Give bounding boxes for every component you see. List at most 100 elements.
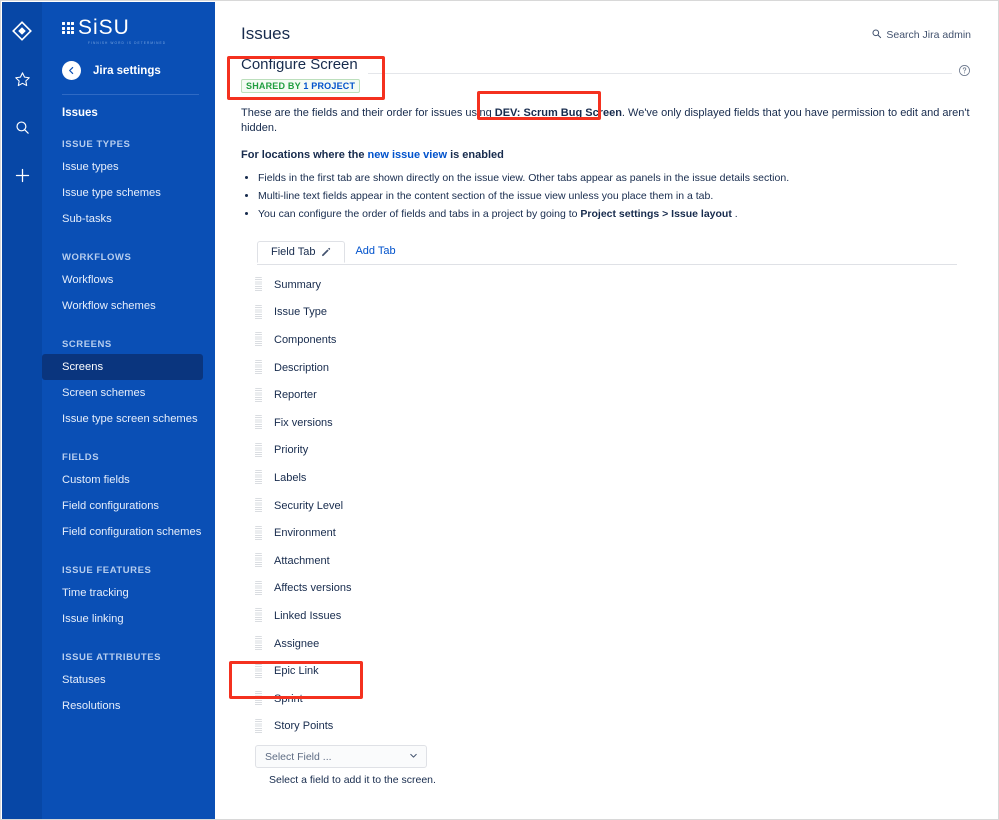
screen-description: These are the fields and their order for… bbox=[241, 106, 971, 136]
search-jira-admin-label: Search Jira admin bbox=[886, 29, 971, 41]
field-row[interactable]: Environment bbox=[249, 519, 971, 547]
drag-handle-icon[interactable] bbox=[255, 498, 262, 514]
note-item: You can configure the order of fields an… bbox=[258, 206, 971, 223]
field-row[interactable]: Linked Issues bbox=[249, 602, 971, 630]
field-row[interactable]: Summary bbox=[249, 271, 971, 299]
field-row[interactable]: Components bbox=[249, 326, 971, 354]
chevron-down-icon bbox=[408, 750, 419, 764]
sidebar-group-heading: SCREENS bbox=[62, 339, 112, 350]
sidebar-item-issue-types[interactable]: Issue types bbox=[42, 154, 203, 180]
drag-handle-icon[interactable] bbox=[255, 360, 262, 376]
sisu-logo[interactable]: SiSU FINNISH WORD IS DETERMINED bbox=[42, 2, 215, 45]
jira-configure-screen-page: SiSU FINNISH WORD IS DETERMINED Jira set… bbox=[0, 0, 999, 820]
search-icon[interactable] bbox=[7, 112, 37, 142]
sidebar-item-issues[interactable]: Issues bbox=[42, 95, 215, 119]
sidebar-item-sub-tasks[interactable]: Sub-tasks bbox=[42, 206, 203, 232]
search-icon bbox=[871, 28, 882, 42]
note-item: Fields in the first tab are shown direct… bbox=[258, 170, 971, 187]
field-name: Priority bbox=[274, 444, 309, 457]
drag-handle-icon[interactable] bbox=[255, 415, 262, 431]
drag-handle-icon[interactable] bbox=[255, 691, 262, 707]
sidebar-item-screens[interactable]: Screens bbox=[42, 354, 203, 380]
edit-pencil-icon[interactable] bbox=[321, 247, 331, 257]
field-row[interactable]: Assignee bbox=[249, 630, 971, 658]
help-icon[interactable] bbox=[952, 64, 971, 82]
drag-handle-icon[interactable] bbox=[255, 304, 262, 320]
screen-title-block: Configure Screen SHARED BY 1 PROJECT bbox=[241, 56, 971, 94]
drag-handle-icon[interactable] bbox=[255, 387, 262, 403]
field-name: Affects versions bbox=[274, 582, 352, 595]
sidebar-item-screen-schemes[interactable]: Screen schemes bbox=[42, 380, 203, 406]
sidebar-item-resolutions[interactable]: Resolutions bbox=[42, 693, 203, 719]
drag-handle-icon[interactable] bbox=[255, 277, 262, 293]
page-title: Issues bbox=[241, 24, 291, 43]
back-label: Jira settings bbox=[93, 64, 161, 77]
field-name: Issue Type bbox=[274, 306, 327, 319]
sisu-logo-text: SiSU bbox=[78, 16, 130, 39]
field-row[interactable]: Issue Type bbox=[249, 299, 971, 327]
configure-screen-title: Configure Screen bbox=[241, 56, 358, 73]
field-row[interactable]: Epic Link bbox=[249, 657, 971, 685]
drag-handle-icon[interactable] bbox=[255, 636, 262, 652]
badge-prefix: SHARED BY bbox=[246, 81, 301, 91]
drag-handle-icon[interactable] bbox=[255, 580, 262, 596]
notes-list: Fields in the first tab are shown direct… bbox=[241, 170, 971, 223]
drag-handle-icon[interactable] bbox=[255, 553, 262, 569]
drag-handle-icon[interactable] bbox=[255, 470, 262, 486]
sidebar-item-workflow-schemes[interactable]: Workflow schemes bbox=[42, 293, 203, 319]
select-field-hint: Select a field to add it to the screen. bbox=[269, 774, 436, 787]
add-field-select-wrap: Select Field ... Select a field to add i… bbox=[255, 745, 971, 786]
tabs-underline bbox=[257, 264, 957, 265]
back-to-jira-settings[interactable]: Jira settings bbox=[42, 45, 215, 80]
field-row[interactable]: Story Points bbox=[249, 713, 971, 741]
sidebar-item-custom-fields[interactable]: Custom fields bbox=[42, 467, 203, 493]
field-name: Epic Link bbox=[274, 665, 319, 678]
content-topbar: Issues Search Jira admin bbox=[241, 24, 971, 44]
field-row[interactable]: Fix versions bbox=[249, 409, 971, 437]
select-field-dropdown[interactable]: Select Field ... bbox=[255, 745, 427, 769]
global-icon-rail bbox=[2, 2, 42, 819]
field-row[interactable]: Description bbox=[249, 354, 971, 382]
drag-handle-icon[interactable] bbox=[255, 718, 262, 734]
field-row[interactable]: Priority bbox=[249, 437, 971, 465]
search-jira-admin-button[interactable]: Search Jira admin bbox=[871, 28, 971, 42]
tab-field-tab-label: Field Tab bbox=[271, 246, 316, 258]
field-row[interactable]: Affects versions bbox=[249, 575, 971, 603]
drag-handle-icon[interactable] bbox=[255, 442, 262, 458]
sidebar-group-heading: WORKFLOWS bbox=[62, 252, 132, 263]
field-row[interactable]: Sprint bbox=[249, 685, 971, 713]
new-issue-view-heading: For locations where the new issue view i… bbox=[241, 149, 971, 161]
field-name: Description bbox=[274, 361, 330, 374]
field-list: Summary Issue Type Components Description Re… bbox=[249, 271, 971, 740]
add-tab-button[interactable]: Add Tab bbox=[345, 241, 405, 261]
sidebar-group: FIELDS Custom fields Field configurations F… bbox=[42, 452, 215, 545]
field-row[interactable]: Labels bbox=[249, 464, 971, 492]
sidebar-item-workflows[interactable]: Workflows bbox=[42, 267, 203, 293]
sisu-logo-mark-icon bbox=[62, 22, 74, 34]
star-icon[interactable] bbox=[7, 64, 37, 94]
drag-handle-icon[interactable] bbox=[255, 663, 262, 679]
sidebar-item-issue-type-schemes[interactable]: Issue type schemes bbox=[42, 180, 203, 206]
sidebar-group-heading: ISSUE FEATURES bbox=[62, 565, 152, 576]
tab-field-tab[interactable]: Field Tab bbox=[257, 241, 346, 263]
drag-handle-icon[interactable] bbox=[255, 332, 262, 348]
drag-handle-icon[interactable] bbox=[255, 525, 262, 541]
sidebar-item-issue-type-screen-schemes[interactable]: Issue type screen schemes bbox=[42, 406, 203, 432]
field-row[interactable]: Security Level bbox=[249, 492, 971, 520]
sidebar-group: ISSUE ATTRIBUTES Statuses Resolutions bbox=[42, 652, 215, 719]
field-row[interactable]: Reporter bbox=[249, 381, 971, 409]
sidebar-item-issue-linking[interactable]: Issue linking bbox=[42, 606, 203, 632]
new-issue-view-link[interactable]: new issue view bbox=[368, 149, 447, 161]
sidebar-item-statuses[interactable]: Statuses bbox=[42, 667, 203, 693]
sidebar-item-time-tracking[interactable]: Time tracking bbox=[42, 580, 203, 606]
main-content: Issues Search Jira admin Configure Scree… bbox=[215, 2, 998, 819]
add-icon[interactable] bbox=[7, 160, 37, 190]
sidebar-item-field-configurations[interactable]: Field configurations bbox=[42, 493, 203, 519]
note-item: Multi-line text fields appear in the con… bbox=[258, 188, 971, 205]
jira-logo-icon[interactable] bbox=[7, 16, 37, 46]
field-row[interactable]: Attachment bbox=[249, 547, 971, 575]
field-name: Security Level bbox=[274, 499, 344, 512]
screen-tabs: Field Tab Add Tab bbox=[257, 241, 971, 265]
drag-handle-icon[interactable] bbox=[255, 608, 262, 624]
sidebar-item-field-configuration-schemes[interactable]: Field configuration schemes bbox=[42, 519, 203, 545]
